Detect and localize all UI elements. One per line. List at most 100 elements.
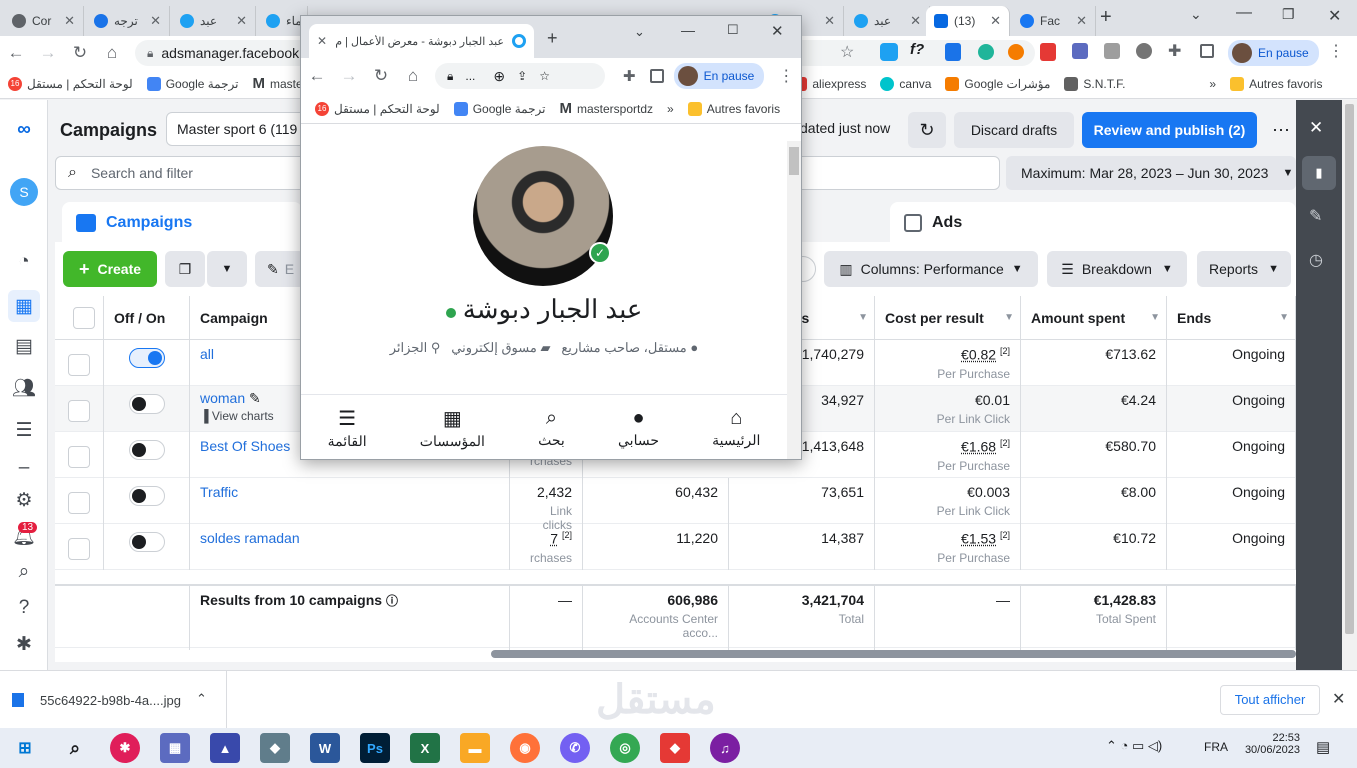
row-checkbox[interactable] [55,524,104,570]
windows-start-icon[interactable]: ⊞ [10,733,40,763]
reload-icon[interactable]: ↻ [64,43,96,63]
bookmark-item[interactable]: S.N.T.F. [1064,76,1125,91]
anydesk-icon[interactable]: ◆ [660,733,690,763]
puzzle-icon[interactable]: ✚ [1168,41,1181,61]
campaign-toggle[interactable] [128,394,165,414]
row-checkbox[interactable] [55,386,104,432]
bug-icon[interactable]: ✱ [8,628,40,660]
firefox-icon[interactable]: ◉ [510,733,540,763]
browser-tab[interactable]: عبد ✕ [172,6,256,36]
review-publish-button[interactable]: Review and publish (2) [1082,112,1257,148]
database-icon[interactable]: ☰ [8,414,40,446]
minimize-icon[interactable]: — [1236,4,1252,22]
excel-icon[interactable]: X [410,733,440,763]
browser-tab-active[interactable]: (13) ✕ [926,6,1010,36]
clock[interactable]: 22:53 30/06/2023 [1240,732,1300,756]
browser-tab[interactable]: ترجه ✕ [86,6,170,36]
reports-button[interactable]: Reports ▼ [1197,251,1291,287]
bookmark-item[interactable]: canva [880,76,931,91]
tab-campaigns[interactable]: Campaigns [62,202,302,244]
puzzle-icon[interactable]: ✚ [623,67,636,85]
nav-account[interactable]: ● حسابي [618,407,659,449]
folder-icon[interactable]: ▬ [460,733,490,763]
close-icon[interactable]: ✕ [910,13,921,29]
nav-institutions[interactable]: ▦ المؤسسات [420,406,485,450]
bookmark-item[interactable]: Google مؤشرات [945,76,1050,91]
row-checkbox[interactable] [55,478,104,524]
extension-icon[interactable] [1040,43,1056,61]
row-checkbox[interactable] [55,340,104,386]
close-icon[interactable]: ✕ [1309,118,1323,138]
extension-icon[interactable] [1008,44,1024,60]
extension-icon[interactable]: f? [910,41,924,58]
zoom-icon[interactable]: ⊕ [493,68,505,85]
notifications-icon[interactable]: ▤ [1316,738,1330,756]
extension-icon[interactable] [1072,43,1088,59]
close-icon[interactable]: ✕ [317,34,327,48]
close-icon[interactable]: ✕ [824,13,835,29]
reload-icon[interactable]: ↻ [365,66,397,86]
kebab-menu-icon[interactable]: ⋮ [778,66,794,86]
restore-icon[interactable]: ❐ [1282,6,1295,23]
other-bookmarks[interactable]: Autres favoris [1230,76,1322,91]
sidepanel-icon[interactable] [649,69,664,83]
refresh-button[interactable]: ↻ [908,112,946,148]
minimize-icon[interactable]: — [681,22,695,38]
pencil-icon[interactable]: ✎ [1309,206,1322,226]
extension-icon[interactable] [1104,43,1120,59]
table-row[interactable]: soldes ramadan 7 [2] rchases 11,220 14,38… [55,524,1296,570]
chrome-icon[interactable]: ◎ [610,733,640,763]
new-tab-icon[interactable]: + [1100,6,1112,29]
profile-button[interactable]: En pause [1228,40,1319,66]
app-icon[interactable]: ▲ [210,733,240,763]
discard-drafts-button[interactable]: Discard drafts [954,112,1074,148]
campaign-name-link[interactable]: soldes ramadan [190,524,510,570]
history-icon[interactable]: ◷ [1309,250,1323,270]
photoshop-icon[interactable]: Ps [360,733,390,763]
bookmark-item[interactable]: 16 لوحة التحكم | مستقل [8,76,133,91]
row-checkbox[interactable] [55,432,104,478]
header-amount-spent[interactable]: Amount spent ▼ [1021,296,1167,340]
meta-logo-icon[interactable]: ∞ [8,114,40,146]
duplicate-dropdown-icon[interactable]: ▼ [207,251,247,287]
language-indicator[interactable]: FRA [1204,740,1228,754]
word-icon[interactable]: W [310,733,340,763]
extension-icon[interactable] [945,43,961,61]
bookmark-item[interactable]: Google ترجمة [453,101,546,116]
campaign-toggle[interactable] [128,440,165,460]
search-icon[interactable]: ⌕ [8,556,40,588]
headphones-icon[interactable]: ♫ [710,733,740,763]
close-icon[interactable]: ✕ [1332,689,1345,709]
browser-tab[interactable]: عبد ✕ [846,6,930,36]
forward-icon[interactable]: → [333,66,365,86]
campaign-name-link[interactable]: Traffic [190,478,510,524]
breakdown-button[interactable]: ☰ Breakdown ▼ [1047,251,1187,287]
other-bookmarks[interactable]: Autres favoris [687,101,780,116]
nav-home[interactable]: ⌂ الرئيسية [712,407,760,449]
viber-icon[interactable]: ✆ [560,733,590,763]
slack-icon[interactable]: ✱ [110,733,140,763]
more-options-icon[interactable]: ⋯ [1266,112,1296,148]
app-icon[interactable]: ◆ [260,733,290,763]
tab-ads[interactable]: Ads [890,202,1296,244]
date-range-picker[interactable]: Maximum: Mar 28, 2023 – Jun 30, 2023 ▼ [1006,156,1296,190]
close-icon[interactable]: ✕ [990,13,1001,29]
settings-icon[interactable]: ⚙ [8,484,40,516]
extension-icon[interactable] [978,44,994,60]
close-window-icon[interactable]: ✕ [771,22,784,40]
help-icon[interactable]: ? [8,592,40,624]
dashboard-icon[interactable]: ◔ [8,246,40,278]
campaigns-icon[interactable]: ▦ [8,290,40,322]
header-cost-per-result[interactable]: Cost per result ▼ [875,296,1021,340]
chevron-up-icon[interactable]: ⌃ [196,691,207,707]
browser-tab[interactable]: Fac ✕ [1012,6,1096,36]
campaign-name-link[interactable]: woman [200,390,245,406]
tab-search-icon[interactable]: ⌄ [1190,6,1202,23]
bookmark-star-icon[interactable]: ☆ [539,69,550,83]
header-ends[interactable]: Ends ▼ [1167,296,1296,340]
campaign-toggle[interactable] [128,348,165,368]
back-icon[interactable]: ← [0,43,32,63]
sidepanel-icon[interactable] [1200,44,1214,58]
pencil-icon[interactable]: ✎ [249,390,261,406]
extension-icon[interactable] [880,43,898,61]
